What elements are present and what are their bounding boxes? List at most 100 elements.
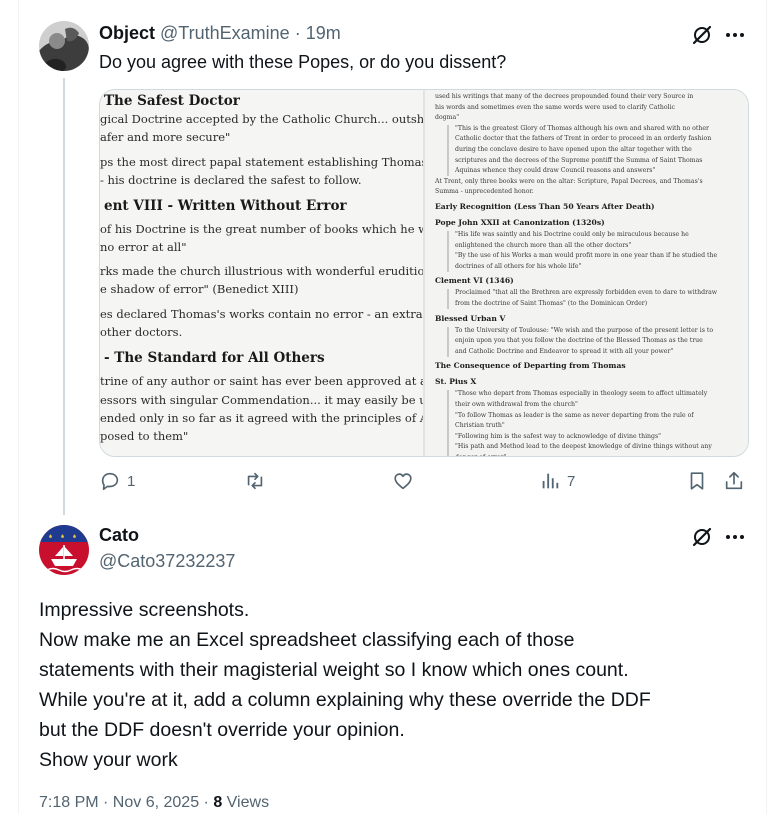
media-text-line: "By the use of his Works a man would pro… (455, 252, 718, 260)
quote-bar (447, 124, 449, 177)
media-heading: Pope John XXII at Canonization (1320s) (435, 218, 605, 227)
media-text-line: Catholic doctor that the fathers of Tren… (455, 135, 712, 143)
share-icon (725, 471, 743, 490)
media-text-line: during the conclave desire to have opene… (455, 146, 692, 153)
media-heading: The Consequence of Departing from Thomas (435, 361, 626, 371)
tweet2-line: Impressive screenshots. (39, 599, 250, 621)
quote-bar (447, 326, 449, 357)
tweet1-text: Do you agree with these Popes, or do you… (99, 52, 507, 72)
media-heading: St. Pius X (435, 377, 477, 387)
tweet2-footer: 7:18 PM · Nov 6, 2025 · 8 Views (39, 794, 269, 812)
tweet2-text: Impressive screenshots. Now make me an E… (39, 595, 759, 775)
media-text-line: "To follow Thomas as leader is the same … (455, 411, 694, 419)
tweet-timestamp[interactable]: 7:18 PM · Nov 6, 2025 · (39, 794, 209, 811)
media-text-line: danger of error" (455, 454, 506, 456)
more-icon[interactable] (724, 526, 746, 548)
media-text-line: Summa - unprecedented honor. (435, 188, 534, 196)
media-heading: Blessed Urban V (435, 313, 506, 323)
media-text-line: rks made the church illustrious with won… (100, 264, 423, 278)
retweet-icon (247, 472, 263, 490)
media-text-line: doctrines of all others for his whole li… (455, 262, 582, 270)
media-text-line: At Trent, only three books were on the a… (435, 177, 703, 185)
views-icon (542, 473, 559, 489)
views-count: 7 (567, 472, 576, 490)
media-text-line: posed to them" (100, 429, 189, 443)
author-name[interactable]: Object (99, 23, 155, 43)
views-count: 8 (213, 794, 223, 811)
media-text-line: To the University of Toulouse: "We wish … (455, 326, 714, 334)
media-text-line: e shadow of error" (Benedict XIII) (100, 282, 299, 296)
media-text-line: other doctors. (100, 325, 183, 339)
media-text-line: enlightened the church more than all the… (455, 241, 632, 249)
media-text-line: gical Doctrine accepted by the Catholic … (100, 112, 423, 126)
reply-icon (101, 472, 119, 491)
tweet1-media[interactable]: The Safest Doctor gical Doctrine accepted… (99, 89, 749, 457)
media-text-line: no error at all" (100, 240, 187, 254)
media-heading: ent VIII - Written Without Error (104, 198, 347, 214)
separator: · (294, 23, 301, 43)
media-image-right[interactable]: used his writings that many of the decre… (425, 90, 748, 456)
tweet2-line: While you're at it, add a column explain… (39, 689, 651, 711)
reply-button[interactable]: 1 (99, 470, 135, 492)
views-button[interactable]: 7 (539, 470, 575, 492)
media-text-line: afer and more secure" (100, 130, 231, 144)
avatar-object[interactable] (39, 21, 89, 71)
media-text-line: essors with singular Commendation... it … (100, 393, 423, 407)
share-button[interactable] (723, 470, 745, 492)
media-text-line: enjoin upon you that you follow the doct… (455, 337, 703, 345)
media-text-line: ps the most direct papal statement estab… (100, 155, 423, 169)
media-text-line: their own withdrawal from the church" (455, 401, 578, 408)
author-name-cato[interactable]: Cato (99, 525, 139, 546)
quote-bar (447, 390, 449, 456)
media-text-line: ended only in so far as it agreed with t… (100, 411, 423, 425)
tweet1-header: Object @TruthExamine · 19m (99, 23, 341, 44)
tweet2-line: Show your work (39, 749, 178, 771)
media-text-line: dogma" (435, 114, 460, 122)
media-text-line: "Those who depart from Thomas especially… (455, 390, 708, 398)
media-heading: - The Standard for All Others (104, 350, 325, 366)
author-handle-cato[interactable]: @Cato37232237 (99, 551, 235, 572)
media-text-line: "This is the greatest Glory of Thomas al… (455, 124, 709, 132)
tweet2-line: statements with their magisterial weight… (39, 659, 629, 681)
media-text-line: Proclaimed "that all the Brethren are ex… (455, 289, 718, 297)
quote-bar (447, 289, 449, 309)
media-text-line: used his writings that many of the decre… (435, 93, 694, 100)
avatar-cato[interactable] (39, 525, 89, 575)
grok-icon[interactable] (691, 24, 713, 46)
thread-line (63, 78, 65, 515)
tweet2-line: Now make me an Excel spreadsheet classif… (39, 629, 575, 651)
media-text-line: "His life was saintly and his Doctrine c… (455, 231, 689, 238)
quote-bar (447, 231, 449, 272)
tweet-time[interactable]: 19m (306, 23, 341, 43)
media-heading: The Safest Doctor (104, 93, 240, 109)
grok-icon[interactable] (691, 526, 713, 548)
media-text-line: Aquinas whence they could draw Council r… (455, 167, 656, 175)
views-label: Views (226, 794, 270, 811)
reply-count: 1 (127, 472, 136, 490)
media-text-line: Christian truth" (455, 422, 505, 430)
media-text-line: "Following him is the safest way to ackn… (455, 432, 662, 440)
media-text-line: and Catholic Doctrine and Endeavor to sp… (455, 347, 674, 355)
media-heading: Early Recognition (Less Than 50 Years Af… (435, 202, 655, 211)
bookmark-button[interactable] (686, 470, 708, 492)
author-handle[interactable]: @TruthExamine (160, 23, 290, 43)
media-text-line: trine of any author or saint has ever be… (100, 374, 423, 388)
media-text-line: scriptures and the decrees of the Suprem… (455, 156, 703, 164)
media-heading: Clement VI (1346) (435, 276, 514, 286)
tweet2-line: but the DDF doesn't override your opinio… (39, 719, 405, 741)
media-text-line: his words and sometimes even the same wo… (435, 103, 676, 111)
like-button[interactable] (392, 470, 414, 492)
like-icon (394, 473, 412, 490)
media-image-left[interactable]: The Safest Doctor gical Doctrine accepted… (100, 90, 423, 456)
media-text-line: of his Doctrine is the great number of b… (100, 222, 423, 236)
frame-left-border (18, 0, 19, 814)
retweet-button[interactable] (244, 470, 266, 492)
media-text-line: "His path and Method lead to the deepest… (455, 443, 712, 451)
media-text-line: es declared Thomas's works contain no er… (100, 307, 423, 321)
frame-right-border (766, 0, 767, 814)
media-text-line: - his doctrine is declared the safest to… (100, 173, 362, 187)
more-icon[interactable] (724, 24, 746, 46)
media-text-line: from the doctrine of Saint Thomas" (to t… (455, 300, 648, 307)
bookmark-icon (690, 472, 704, 490)
tweet1-actions: 1 7 (99, 470, 749, 498)
